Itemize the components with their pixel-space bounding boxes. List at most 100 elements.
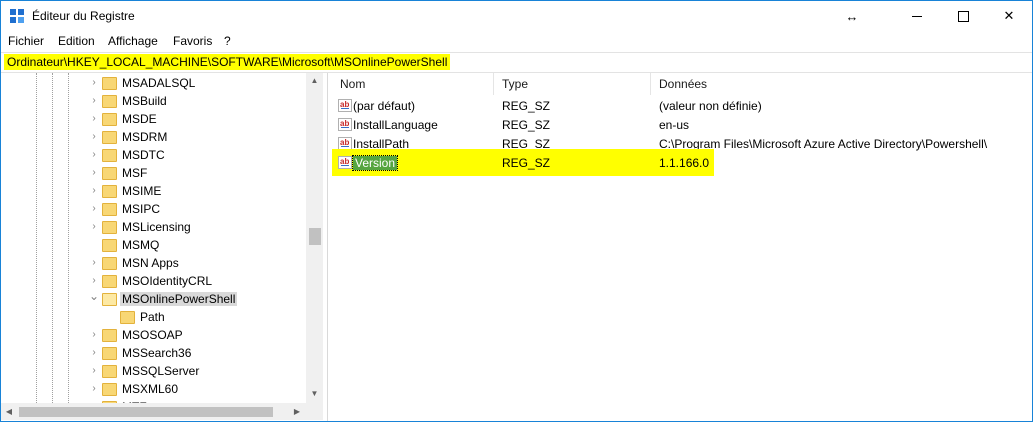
folder-icon [120, 311, 135, 324]
address-path[interactable]: Ordinateur\HKEY_LOCAL_MACHINE\SOFTWARE\M… [4, 54, 451, 70]
folder-icon [102, 95, 117, 108]
column-header-name[interactable]: Nom [332, 73, 494, 95]
folder-icon [102, 329, 117, 342]
value-type: REG_SZ [502, 118, 551, 132]
tree-item-label[interactable]: MSN Apps [120, 256, 181, 270]
tree-item-label[interactable]: MSSQLServer [120, 364, 201, 378]
scroll-down-icon[interactable]: ▼ [306, 386, 323, 402]
string-value-icon-text: ab [340, 119, 350, 128]
chevron-right-icon[interactable]: › [89, 347, 99, 359]
tree-item[interactable]: › MSDTC [1, 146, 306, 164]
chevron-right-icon[interactable]: › [89, 131, 99, 143]
tree-item[interactable]: › MSLicensing [1, 218, 306, 236]
scroll-thumb[interactable] [309, 228, 321, 245]
tree-item-label[interactable]: MSIME [120, 184, 163, 198]
tree-item[interactable]: › MSSQLServer [1, 362, 306, 380]
chevron-right-icon[interactable]: › [89, 257, 99, 269]
value-row[interactable]: ab (par défaut) REG_SZ (valeur non définie) [332, 97, 1032, 115]
chevron-down-icon[interactable]: ⌄ [89, 290, 99, 302]
value-row[interactable]: ab Version REG_SZ 1.1.166.0 [332, 149, 1032, 176]
tree-item[interactable]: › MSADALSQL [1, 74, 306, 92]
folder-icon [102, 347, 117, 360]
chevron-right-icon[interactable]: › [89, 329, 99, 341]
tree-item[interactable]: ⌄ MSOnlinePowerShell [1, 290, 306, 308]
hscroll-thumb[interactable] [19, 407, 273, 417]
tree-item-label[interactable]: MSSearch36 [120, 346, 193, 360]
tree-item-label[interactable]: MSXML60 [120, 382, 180, 396]
key-tree-pane: › MSADALSQL › MSBuild › MSDE › MSDRM › MSDTC › MSF ›… [1, 73, 328, 421]
address-bar[interactable]: Ordinateur\HKEY_LOCAL_MACHINE\SOFTWARE\M… [1, 52, 1032, 73]
folder-icon [102, 113, 117, 126]
scroll-right-icon[interactable]: ▶ [289, 403, 305, 420]
folder-icon [102, 221, 117, 234]
maximize-button[interactable] [940, 1, 986, 31]
chevron-right-icon[interactable]: › [89, 167, 99, 179]
value-name: InstallLanguage [353, 118, 438, 132]
chevron-right-icon[interactable]: › [89, 365, 99, 377]
tree-item-label[interactable]: MSADALSQL [120, 76, 197, 90]
tree-item[interactable]: MSMQ [1, 236, 306, 254]
value-data: (valeur non définie) [659, 99, 762, 113]
menu-fichier[interactable]: Fichier [8, 34, 44, 48]
tree-item-label[interactable]: MSBuild [120, 94, 169, 108]
menu-help[interactable]: ? [224, 34, 231, 48]
chevron-right-icon[interactable]: › [89, 185, 99, 197]
tree-item-label[interactable]: MSOIdentityCRL [120, 274, 214, 288]
tree-item-label[interactable]: MSLicensing [120, 220, 193, 234]
scroll-up-icon[interactable]: ▲ [306, 73, 323, 89]
chevron-right-icon[interactable]: › [89, 275, 99, 287]
tree-item-label[interactable]: MSOnlinePowerShell [120, 292, 238, 306]
title-bar[interactable]: Éditeur du Registre ↔ ✕ [1, 1, 1032, 31]
chevron-right-icon[interactable]: › [89, 95, 99, 107]
tree-item[interactable]: Path [1, 308, 306, 326]
window-title: Éditeur du Registre [32, 9, 135, 23]
tree-item-label[interactable]: MSDE [120, 112, 159, 126]
folder-icon [102, 185, 117, 198]
minimize-button[interactable] [894, 1, 940, 31]
tree-item-label[interactable]: MSIPC [120, 202, 162, 216]
tree-item[interactable]: › MSBuild [1, 92, 306, 110]
tree-vertical-scrollbar[interactable]: ▲ ▼ [306, 73, 323, 403]
chevron-right-icon[interactable]: › [89, 149, 99, 161]
string-value-icon: ab [338, 118, 352, 131]
tree-item-label[interactable]: Path [138, 310, 167, 324]
string-value-icon: ab [338, 99, 352, 112]
menu-affichage[interactable]: Affichage [108, 34, 158, 48]
column-header-type[interactable]: Type [494, 73, 651, 95]
string-value-icon-text: ab [340, 100, 350, 109]
folder-icon [102, 149, 117, 162]
chevron-right-icon[interactable]: › [89, 221, 99, 233]
menu-edition[interactable]: Edition [58, 34, 95, 48]
scroll-left-icon[interactable]: ◀ [1, 403, 17, 420]
tree-item-label[interactable]: MSOSOAP [120, 328, 185, 342]
value-row[interactable]: ab InstallLanguage REG_SZ en-us [332, 116, 1032, 134]
tree-item-label[interactable]: MSF [120, 166, 149, 180]
tree-item[interactable]: › MSIPC [1, 200, 306, 218]
tree-item[interactable]: › MSF [1, 164, 306, 182]
tree-item[interactable]: › MSDE [1, 110, 306, 128]
tree-item[interactable]: › MSOIdentityCRL [1, 272, 306, 290]
column-header-data[interactable]: Données [651, 73, 1032, 95]
string-value-icon: ab [338, 156, 352, 169]
tree-item-label[interactable]: MSDRM [120, 130, 169, 144]
folder-icon [102, 383, 117, 396]
tree-horizontal-scrollbar[interactable]: ◀ ▶ [1, 403, 323, 420]
tree-item[interactable]: › MSSearch36 [1, 344, 306, 362]
tree-item-label[interactable]: MSDTC [120, 148, 167, 162]
tree-item[interactable]: › MSXML60 [1, 380, 306, 398]
tree-item[interactable]: › MSOSOAP [1, 326, 306, 344]
tree-item-label[interactable]: MSMQ [120, 238, 161, 252]
tree-item[interactable]: › MSIME [1, 182, 306, 200]
menu-favoris[interactable]: Favoris [173, 34, 212, 48]
close-button[interactable]: ✕ [986, 1, 1032, 31]
chevron-right-icon[interactable]: › [89, 203, 99, 215]
chevron-right-icon[interactable]: › [89, 113, 99, 125]
tree-item[interactable]: › MSDRM [1, 128, 306, 146]
chevron-right-icon[interactable]: › [89, 383, 99, 395]
folder-icon [102, 239, 117, 252]
chevron-right-icon[interactable]: › [89, 77, 99, 89]
folder-icon [102, 365, 117, 378]
tree-item[interactable]: › MSN Apps [1, 254, 306, 272]
string-value-icon-text: ab [340, 138, 350, 147]
value-data: 1.1.166.0 [659, 156, 710, 170]
